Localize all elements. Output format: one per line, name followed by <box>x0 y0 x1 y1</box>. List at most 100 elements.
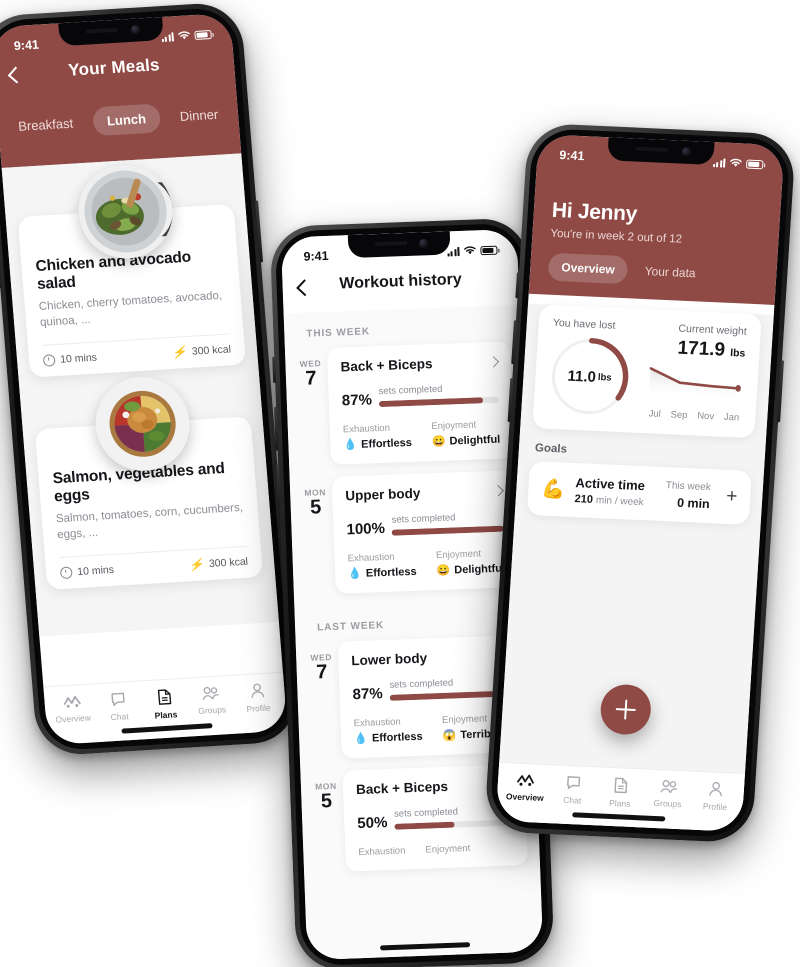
tab-overview[interactable]: Overview <box>48 693 97 725</box>
meal-calories: ⚡ 300 kcal <box>188 555 249 573</box>
percent-value: 87% <box>352 685 383 704</box>
workout-date: WED 7 <box>293 348 328 390</box>
bolt-icon: ⚡ <box>171 345 188 360</box>
current-weight-value: 171.9 <box>676 337 726 361</box>
tab-label: Plans <box>154 709 178 721</box>
dashboard-body: You have lost 11.0 lbs Current weight 17… <box>495 303 774 832</box>
meal-card[interactable]: Salmon, vegetables and eggs Salmon, toma… <box>34 374 264 590</box>
phone-dashboard: 9:41 Hi Jenny You're in week 2 out of 12… <box>483 122 797 844</box>
tab-chat[interactable]: Chat <box>94 690 143 723</box>
smiley-emoji: 😀 <box>431 435 446 449</box>
bolt-icon: ⚡ <box>188 557 205 573</box>
workout-moods: Exhaustion 💧 Effortless Enjoyment 😀 Deligh… <box>347 548 505 581</box>
meal-list: Chicken and avocado salad Chicken, cherr… <box>1 153 279 637</box>
tab-label: Profile <box>702 801 728 813</box>
progress-label: sets completed <box>389 677 454 691</box>
weight-lost-widget: You have lost 11.0 lbs <box>547 317 642 419</box>
x-tick: Jul <box>648 408 662 420</box>
workout-date: MON 5 <box>308 771 343 813</box>
battery-icon <box>194 29 212 40</box>
chevron-right-icon[interactable] <box>487 355 500 368</box>
tab-profile[interactable]: Profile <box>233 682 282 715</box>
goal-card-active-time[interactable]: 💪 Active time 210 min / week This week 0… <box>526 460 752 525</box>
tab-groups[interactable]: Groups <box>643 778 692 809</box>
workout-date: WED 7 <box>304 642 339 684</box>
mood-caption: Exhaustion <box>358 845 406 859</box>
greeting: Hi Jenny <box>551 198 638 226</box>
workout-card[interactable]: Upper body 100% sets completed Exhaustio… <box>331 470 519 594</box>
meal-calories: ⚡ 300 kcal <box>171 343 232 360</box>
person-icon <box>709 782 723 797</box>
phone-meals: 9:41 Your Meals Breakfast Lunch Dinner C… <box>0 1 300 757</box>
chat-bubble-icon <box>566 776 581 790</box>
wifi-icon <box>730 158 742 167</box>
mood-value: Effortless <box>371 730 423 745</box>
mood-exhaustion: Exhaustion 💧 Effortless <box>353 716 423 746</box>
activity-icon <box>517 774 535 786</box>
people-icon <box>203 686 220 700</box>
workout-card[interactable]: Back + Biceps 87% sets completed Exhaust… <box>326 341 514 465</box>
meal-card[interactable]: Chicken and avocado salad Chicken, cherr… <box>17 161 247 378</box>
tab-groups[interactable]: Groups <box>187 685 236 717</box>
day-number: 5 <box>320 790 333 813</box>
clock-icon <box>42 354 56 367</box>
current-weight-value-row: 171.9 lbs <box>650 336 746 362</box>
front-camera <box>418 238 428 248</box>
chart-x-axis: Jul Sep Nov Jan <box>646 408 741 423</box>
progress-label: sets completed <box>391 512 456 526</box>
tab-overview[interactable]: Overview <box>501 772 550 803</box>
smiley-emoji: 😀 <box>436 564 451 578</box>
front-camera <box>130 24 141 34</box>
workout-progress: 87% sets completed <box>352 676 509 703</box>
front-camera <box>681 146 691 157</box>
clock-icon <box>59 566 73 580</box>
goal-period-caption: This week <box>665 479 712 493</box>
goal-target-unit: min / week <box>595 495 645 509</box>
tab-plans[interactable]: Plans <box>141 688 190 722</box>
tab-label: Groups <box>653 797 682 810</box>
weight-lost-value: 11.0 <box>567 367 597 386</box>
mood-caption: Enjoyment <box>435 548 482 562</box>
weight-sparkline-chart <box>647 360 745 409</box>
mood-enjoyment: Enjoyment <box>425 843 470 856</box>
meal-description: Chicken, cherry tomatoes, avocado, quino… <box>38 289 223 329</box>
status-time: 9:41 <box>13 37 40 54</box>
chevron-right-icon[interactable] <box>492 484 504 496</box>
percent-value: 100% <box>346 519 386 539</box>
tab-profile[interactable]: Profile <box>691 781 740 813</box>
mood-value: Effortless <box>360 436 413 451</box>
flexed-biceps-emoji: 💪 <box>540 478 566 501</box>
tab-chat[interactable]: Chat <box>548 774 597 806</box>
tab-label: Plans <box>608 797 631 809</box>
tab-label: Groups <box>197 704 227 716</box>
segment-breakfast[interactable]: Breakfast <box>3 108 88 142</box>
add-goal-button[interactable]: + <box>720 486 738 509</box>
status-time: 9:41 <box>303 248 329 264</box>
tab-overview[interactable]: Overview <box>547 252 629 285</box>
stats-card: You have lost 11.0 lbs Current weight 17… <box>532 304 762 439</box>
nav-row: Workout history <box>282 263 519 314</box>
segment-dinner[interactable]: Dinner <box>165 99 234 132</box>
notch <box>347 231 451 259</box>
meal-time: 10 mins <box>42 352 97 367</box>
status-time: 9:41 <box>558 148 585 164</box>
segment-lunch[interactable]: Lunch <box>91 103 162 137</box>
tab-plans[interactable]: Plans <box>596 776 645 809</box>
mood-exhaustion: Exhaustion 💧 Effortless <box>347 551 417 581</box>
document-icon <box>614 777 628 794</box>
mood-caption: Exhaustion <box>342 422 391 436</box>
phone-screen-dashboard: 9:41 Hi Jenny You're in week 2 out of 12… <box>495 134 785 832</box>
tab-label: Chat <box>563 794 582 806</box>
weight-lost-ring: 11.0 lbs <box>547 335 632 418</box>
mood-enjoyment: Enjoyment 😀 Delightful <box>436 548 505 577</box>
droplet-emoji: 💧 <box>354 732 369 746</box>
workout-name: Back + Biceps <box>355 778 449 798</box>
tab-your-data[interactable]: Your data <box>631 256 710 287</box>
person-icon <box>251 683 265 698</box>
mood-value: Effortless <box>365 565 417 580</box>
workout-name: Back + Biceps <box>340 356 433 375</box>
signal-bars-icon <box>447 246 460 257</box>
signal-bars-icon <box>712 157 726 168</box>
day-number: 5 <box>309 496 322 519</box>
mood-value: Delightful <box>454 562 506 576</box>
